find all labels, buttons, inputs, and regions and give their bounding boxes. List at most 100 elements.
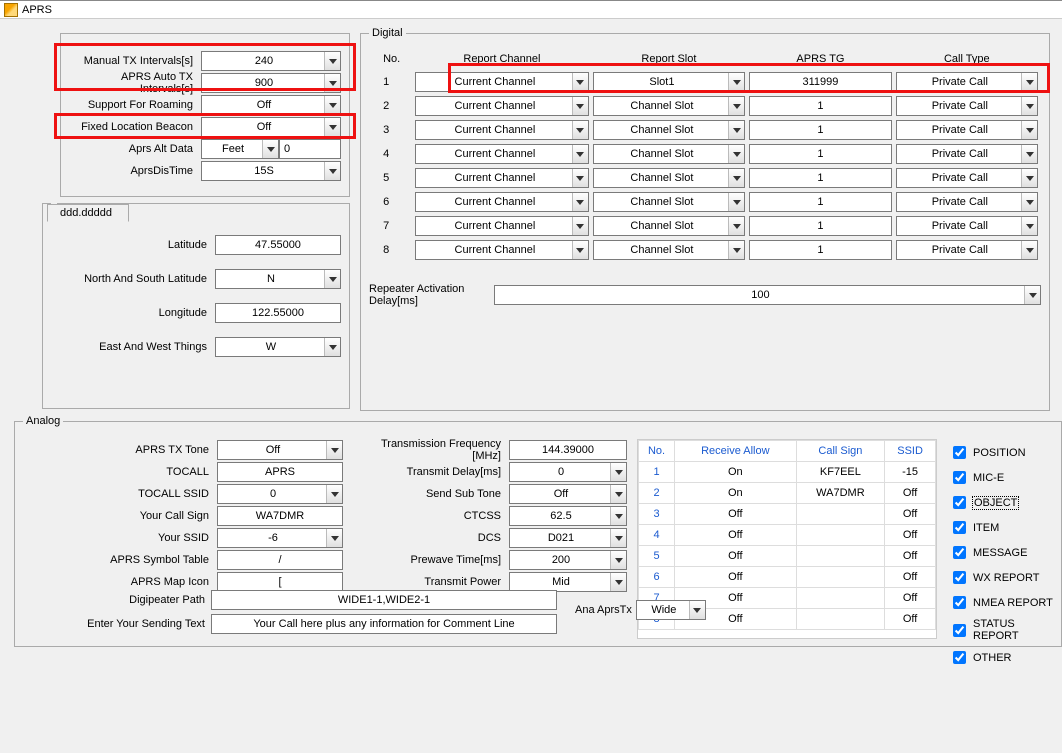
callsign-cell[interactable] — [796, 525, 885, 546]
check-position[interactable]: POSITION — [949, 443, 1053, 462]
report-channel-dropdown[interactable]: Current Channel — [415, 96, 588, 116]
callsign-cell[interactable] — [796, 609, 885, 630]
report-channel-dropdown[interactable]: Current Channel — [415, 120, 588, 140]
rx-allow-cell[interactable]: Off — [675, 525, 797, 546]
row-number: 3 — [371, 119, 412, 141]
callsign-cell[interactable]: KF7EEL — [796, 462, 885, 483]
rx-allow-cell[interactable]: Off — [675, 567, 797, 588]
callsign-cell[interactable] — [796, 504, 885, 525]
subtone-dropdown[interactable]: Off — [509, 484, 627, 504]
tocall-input[interactable]: APRS — [217, 462, 343, 482]
check-status-report[interactable]: STATUS REPORT — [949, 618, 1053, 642]
dis-time-dropdown[interactable]: 15S — [201, 161, 341, 181]
table-row[interactable]: 4 Off Off — [639, 525, 936, 546]
check-message[interactable]: MESSAGE — [949, 543, 1053, 562]
tx-delay-dropdown[interactable]: 0 — [509, 462, 627, 482]
longitude-input[interactable]: 122.55000 — [215, 303, 341, 323]
tx-tone-dropdown[interactable]: Off — [217, 440, 343, 460]
check-object[interactable]: OBJECT — [949, 493, 1053, 512]
call-type-dropdown[interactable]: Private Call — [896, 72, 1038, 92]
aprs-tg-input[interactable]: 1 — [749, 120, 891, 140]
report-slot-dropdown[interactable]: Channel Slot — [593, 216, 746, 236]
check-item[interactable]: ITEM — [949, 518, 1053, 537]
digipeater-path-input[interactable]: WIDE1-1,WIDE2-1 — [211, 590, 557, 610]
alt-value-input[interactable]: 0 — [279, 139, 341, 159]
aprs-tg-input[interactable]: 311999 — [749, 72, 891, 92]
sending-text-input[interactable]: Your Call here plus any information for … — [211, 614, 557, 634]
report-channel-dropdown[interactable]: Current Channel — [415, 72, 588, 92]
rx-allow-cell[interactable]: Off — [675, 546, 797, 567]
tx-freq-input[interactable]: 144.39000 — [509, 440, 627, 460]
ssid-cell[interactable]: Off — [885, 504, 936, 525]
map-icon-input[interactable]: [ — [217, 572, 343, 592]
your-callsign-input[interactable]: WA7DMR — [217, 506, 343, 526]
ssid-cell[interactable]: Off — [885, 483, 936, 504]
report-channel-dropdown[interactable]: Current Channel — [415, 192, 588, 212]
aprs-tg-input[interactable]: 1 — [749, 168, 891, 188]
manual-tx-dropdown[interactable]: 240 — [201, 51, 341, 71]
beacon-dropdown[interactable]: Off — [201, 117, 341, 137]
call-type-dropdown[interactable]: Private Call — [896, 168, 1038, 188]
check-wx-report[interactable]: WX REPORT — [949, 568, 1053, 587]
ssid-cell[interactable]: Off — [885, 609, 936, 630]
report-channel-dropdown[interactable]: Current Channel — [415, 168, 588, 188]
dcs-dropdown[interactable]: D021 — [509, 528, 627, 548]
rx-allow-cell[interactable]: On — [675, 462, 797, 483]
check-other[interactable]: OTHER — [949, 648, 1053, 667]
tab-decimal-degrees[interactable]: ddd.ddddd — [47, 204, 129, 222]
tocall-ssid-dropdown[interactable]: 0 — [217, 484, 343, 504]
table-row[interactable]: 2 On WA7DMR Off — [639, 483, 936, 504]
aprs-tg-input[interactable]: 1 — [749, 216, 891, 236]
check-mice[interactable]: MIC-E — [949, 468, 1053, 487]
rx-allow-cell[interactable]: On — [675, 483, 797, 504]
ana-aprs-tx-dropdown[interactable]: Wide — [636, 600, 706, 620]
tx-power-dropdown[interactable]: Mid — [509, 572, 627, 592]
aprs-tg-input[interactable]: 1 — [749, 96, 891, 116]
ew-dropdown[interactable]: W — [215, 337, 341, 357]
report-slot-dropdown[interactable]: Channel Slot — [593, 240, 746, 260]
ssid-cell[interactable]: Off — [885, 525, 936, 546]
your-ssid-dropdown[interactable]: -6 — [217, 528, 343, 548]
callsign-cell[interactable]: WA7DMR — [796, 483, 885, 504]
ssid-cell[interactable]: Off — [885, 567, 936, 588]
table-row[interactable]: 3 Off Off — [639, 504, 936, 525]
ssid-cell[interactable]: Off — [885, 588, 936, 609]
call-type-dropdown[interactable]: Private Call — [896, 240, 1038, 260]
table-row[interactable]: 6 Off Off — [639, 567, 936, 588]
callsign-cell[interactable] — [796, 588, 885, 609]
table-row[interactable]: 1 On KF7EEL -15 — [639, 462, 936, 483]
check-nmea-report[interactable]: NMEA REPORT — [949, 593, 1053, 612]
report-channel-dropdown[interactable]: Current Channel — [415, 216, 588, 236]
report-slot-dropdown[interactable]: Channel Slot — [593, 192, 746, 212]
symbol-table-input[interactable]: / — [217, 550, 343, 570]
report-channel-dropdown[interactable]: Current Channel — [415, 144, 588, 164]
aprs-tg-input[interactable]: 1 — [749, 192, 891, 212]
ssid-cell[interactable]: -15 — [885, 462, 936, 483]
report-slot-dropdown[interactable]: Channel Slot — [593, 168, 746, 188]
latitude-input[interactable]: 47.55000 — [215, 235, 341, 255]
call-type-dropdown[interactable]: Private Call — [896, 144, 1038, 164]
aprs-tg-input[interactable]: 1 — [749, 240, 891, 260]
report-slot-dropdown[interactable]: Channel Slot — [593, 120, 746, 140]
ctcss-dropdown[interactable]: 62.5 — [509, 506, 627, 526]
report-slot-dropdown[interactable]: Slot1 — [593, 72, 746, 92]
call-type-dropdown[interactable]: Private Call — [896, 192, 1038, 212]
alt-unit-dropdown[interactable]: Feet — [201, 139, 279, 159]
rx-allow-cell[interactable]: Off — [675, 504, 797, 525]
table-row[interactable]: 5 Off Off — [639, 546, 936, 567]
report-channel-dropdown[interactable]: Current Channel — [415, 240, 588, 260]
roaming-dropdown[interactable]: Off — [201, 95, 341, 115]
ssid-cell[interactable]: Off — [885, 546, 936, 567]
callsign-cell[interactable] — [796, 567, 885, 588]
auto-tx-dropdown[interactable]: 900 — [201, 73, 341, 93]
aprs-tg-input[interactable]: 1 — [749, 144, 891, 164]
ns-dropdown[interactable]: N — [215, 269, 341, 289]
report-slot-dropdown[interactable]: Channel Slot — [593, 144, 746, 164]
call-type-dropdown[interactable]: Private Call — [896, 96, 1038, 116]
call-type-dropdown[interactable]: Private Call — [896, 216, 1038, 236]
callsign-cell[interactable] — [796, 546, 885, 567]
report-slot-dropdown[interactable]: Channel Slot — [593, 96, 746, 116]
repeater-delay-dropdown[interactable]: 100 — [494, 285, 1041, 305]
prewave-dropdown[interactable]: 200 — [509, 550, 627, 570]
call-type-dropdown[interactable]: Private Call — [896, 120, 1038, 140]
